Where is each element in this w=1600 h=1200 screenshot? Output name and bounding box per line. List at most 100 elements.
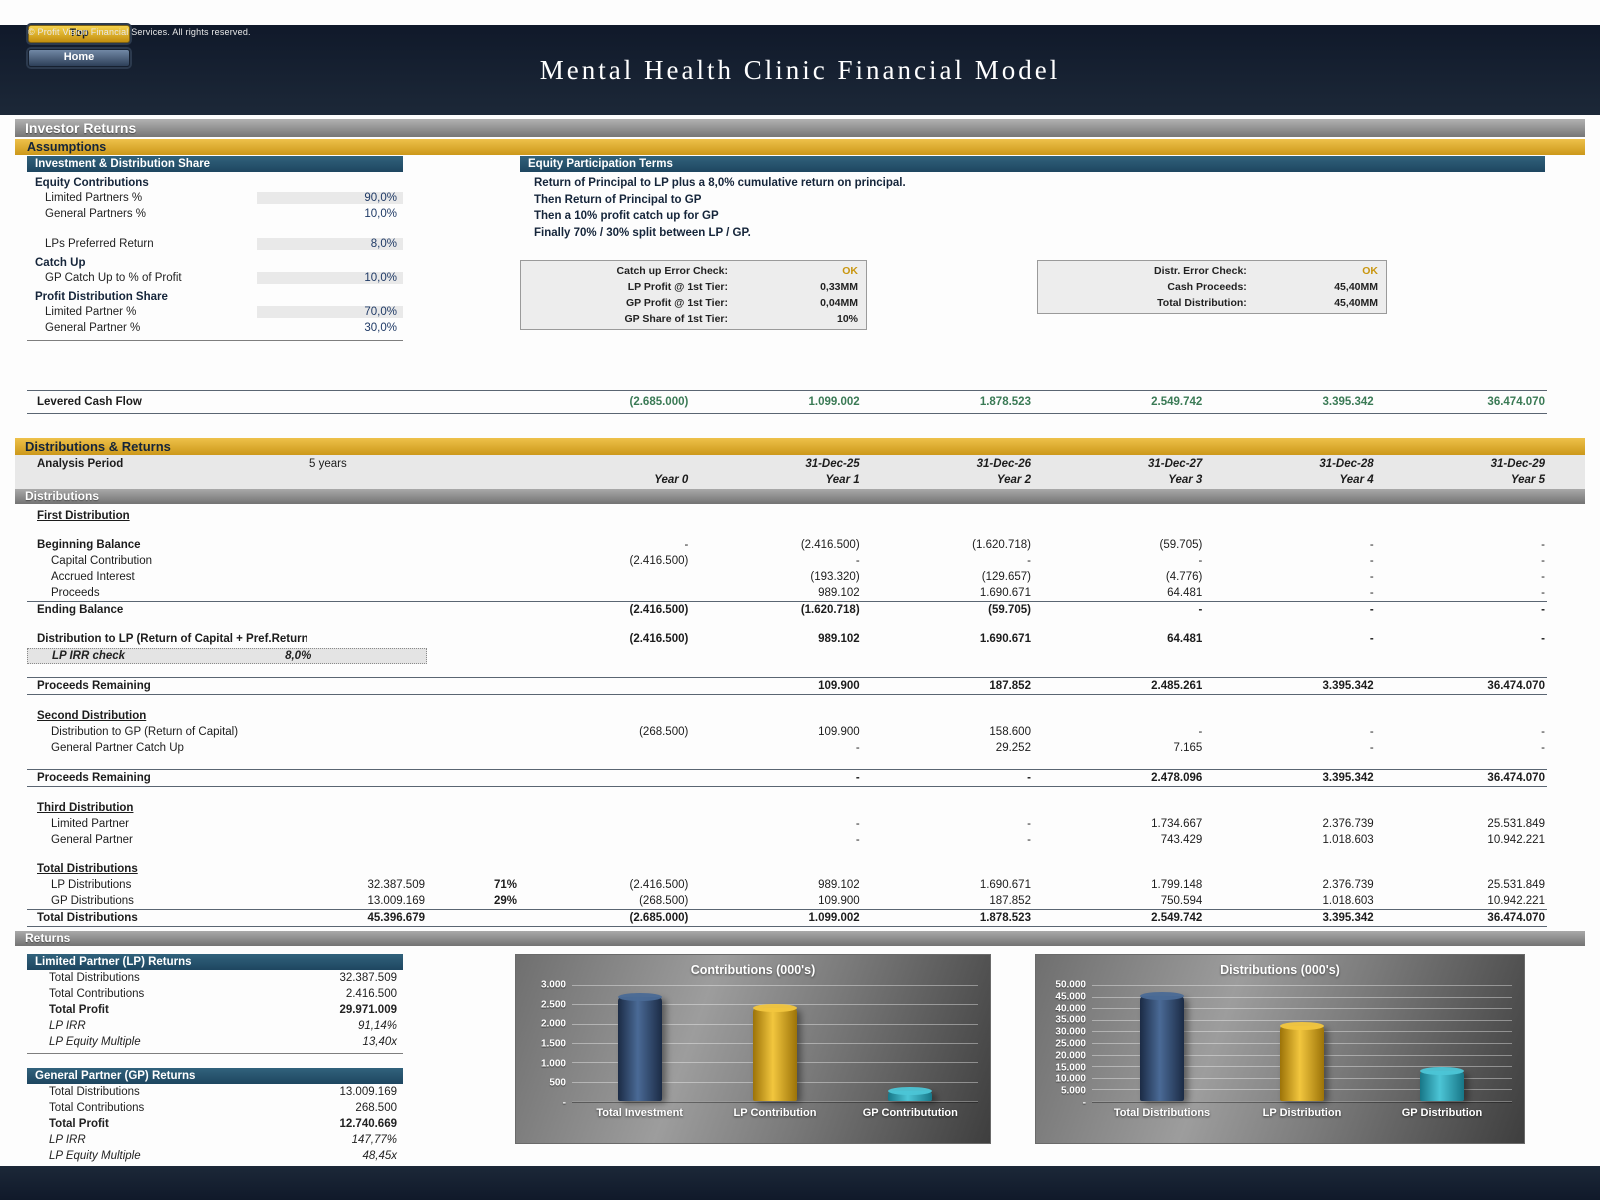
assumption-value: 30,0% <box>364 322 397 334</box>
row-label: Total Distributions <box>37 912 138 924</box>
bar <box>1280 1021 1324 1101</box>
row-total: 32.387.509 <box>367 879 425 891</box>
row-value: - <box>1541 726 1545 738</box>
assumption-label: Limited Partners % <box>45 192 143 204</box>
spacer-row <box>27 756 1547 769</box>
row-value: - <box>1541 539 1545 551</box>
equity-term-line: Return of Principal to LP plus a 8,0% cu… <box>534 177 906 189</box>
date-column-header: 31-Dec-26 <box>976 458 1031 470</box>
assumption-input[interactable]: 8,0% <box>257 238 403 250</box>
row-value: 187.852 <box>989 680 1031 692</box>
analysis-period-label: Analysis Period <box>37 458 124 470</box>
row-label: General Partner Catch Up <box>51 742 184 754</box>
assumption-label: LPs Preferred Return <box>45 238 154 250</box>
returns-label: Total Profit <box>49 1118 109 1130</box>
returns-zone: Limited Partner (LP) Returns Total Distri… <box>27 954 1600 1168</box>
levered-cash-flow-row: Levered Cash Flow (2.685.000) 1.099.002 1.8… <box>27 390 1547 414</box>
date-column-header: 31-Dec-27 <box>1147 458 1203 470</box>
copyright-text: © Profit Vision Financial Services. All … <box>28 27 251 37</box>
row-value: 36.474.070 <box>1487 772 1545 784</box>
row-total: 13.009.169 <box>367 895 425 907</box>
chart-plot-area <box>1092 985 1512 1103</box>
distributions-returns-section-bar: Distributions & Returns <box>15 438 1585 455</box>
assumption-input[interactable]: 10,0% <box>257 272 403 284</box>
category-label: Total Distributions <box>1113 1107 1211 1119</box>
row-value: (268.500) <box>639 895 689 907</box>
bar-cap <box>1420 1066 1464 1075</box>
returns-value: 147,77% <box>351 1134 397 1146</box>
row-value: 1.099.002 <box>808 912 860 924</box>
y-tick-label: - <box>1082 1097 1086 1109</box>
bar <box>1420 1066 1464 1101</box>
y-tick-label: 35.000 <box>1055 1014 1086 1026</box>
spacer-row <box>27 524 1547 537</box>
table-row: Capital Contribution (2.416.500) - - - - - <box>27 553 1547 569</box>
gridline <box>572 1101 978 1102</box>
row-value: 1.878.523 <box>979 912 1031 924</box>
row-value: 158.600 <box>989 726 1031 738</box>
levered-cash-flow-value: 2.549.742 <box>1151 396 1203 408</box>
row-value: (193.320) <box>810 571 860 583</box>
chart-plot-area <box>572 985 978 1103</box>
returns-row: LP Equity Multiple 13,40x <box>27 1034 403 1050</box>
row-value: - <box>1541 604 1545 616</box>
row-value: - <box>1369 571 1374 583</box>
bar-slot <box>849 985 971 1101</box>
check-label: LP Profit @ 1st Tier: <box>627 281 728 293</box>
row-value: - <box>1541 555 1545 567</box>
category-label: GP Distribution <box>1401 1107 1483 1119</box>
row-label: General Partner <box>51 834 133 846</box>
row-label: LP Distributions <box>51 879 132 891</box>
levered-cash-flow-value: 1.878.523 <box>979 396 1031 408</box>
distributions-chart: Distributions (000's) 50.000 45.000 40.000 3… <box>1035 954 1525 1144</box>
returns-row: Total Profit 29.971.009 <box>27 1002 403 1018</box>
returns-row: LP IRR 91,14% <box>27 1018 403 1034</box>
section-subheader: Total Distributions <box>37 863 138 875</box>
row-value: - <box>1198 726 1203 738</box>
bar-cap <box>888 1086 933 1095</box>
returns-value: 32.387.509 <box>339 972 397 984</box>
bar-cap <box>752 1003 797 1012</box>
row-value: 989.102 <box>818 879 860 891</box>
date-column-header: 31-Dec-29 <box>1490 458 1545 470</box>
assumption-input[interactable]: 90,0% <box>257 192 403 204</box>
assumption-label: GP Catch Up to % of Profit <box>45 272 182 284</box>
levered-cash-flow-label: Levered Cash Flow <box>37 396 142 408</box>
equity-term-line: Then a 10% profit catch up for GP <box>534 210 719 222</box>
lp-returns-panel: Limited Partner (LP) Returns Total Distri… <box>27 954 403 1054</box>
row-value: (2.416.500) <box>629 604 689 616</box>
investment-panel-rows: Equity Contributions Limited Partners % 90… <box>27 172 403 336</box>
check-row: GP Profit @ 1st Tier: 0,04MM <box>521 295 866 311</box>
assumption-input[interactable]: 70,0% <box>257 306 403 318</box>
row-value: (1.620.718) <box>800 604 860 616</box>
row-label: Proceeds Remaining <box>37 680 151 692</box>
returns-label: LP IRR <box>49 1134 86 1146</box>
lp-irr-check-box: LP IRR check 8,0% <box>27 648 427 664</box>
bar <box>1140 991 1184 1101</box>
spacer-row <box>27 664 1547 677</box>
row-value: (129.657) <box>981 571 1031 583</box>
row-value: - <box>855 834 860 846</box>
row-value: 64.481 <box>1167 633 1203 645</box>
assumption-label: Limited Partner % <box>45 306 137 318</box>
year-column-header: Year 1 <box>825 474 860 486</box>
bar <box>888 1086 933 1101</box>
y-tick-label: 45.000 <box>1055 991 1086 1003</box>
row-value: - <box>1369 555 1374 567</box>
year-column-header: Year 2 <box>996 474 1031 486</box>
chart-y-axis: 50.000 45.000 40.000 35.000 30.000 25.000 20.0… <box>1040 980 1092 1109</box>
page: © Profit Vision Financial Services. All … <box>0 0 1600 1200</box>
row-label: Capital Contribution <box>51 555 153 567</box>
row-label: Proceeds <box>51 587 100 599</box>
row-label: Beginning Balance <box>37 539 141 551</box>
returns-value: 29.971.009 <box>339 1004 397 1016</box>
row-value: 7.165 <box>1173 742 1203 754</box>
chart-title: Distributions (000's) <box>1220 963 1340 977</box>
row-value: 989.102 <box>818 587 860 599</box>
row-pct: 29% <box>493 895 517 907</box>
check-value: OK <box>842 265 858 277</box>
assumption-group-heading: Catch Up <box>35 257 86 269</box>
row-value: 1.690.671 <box>979 879 1031 891</box>
bar-cap <box>617 993 662 1002</box>
row-value: (2.416.500) <box>629 633 689 645</box>
